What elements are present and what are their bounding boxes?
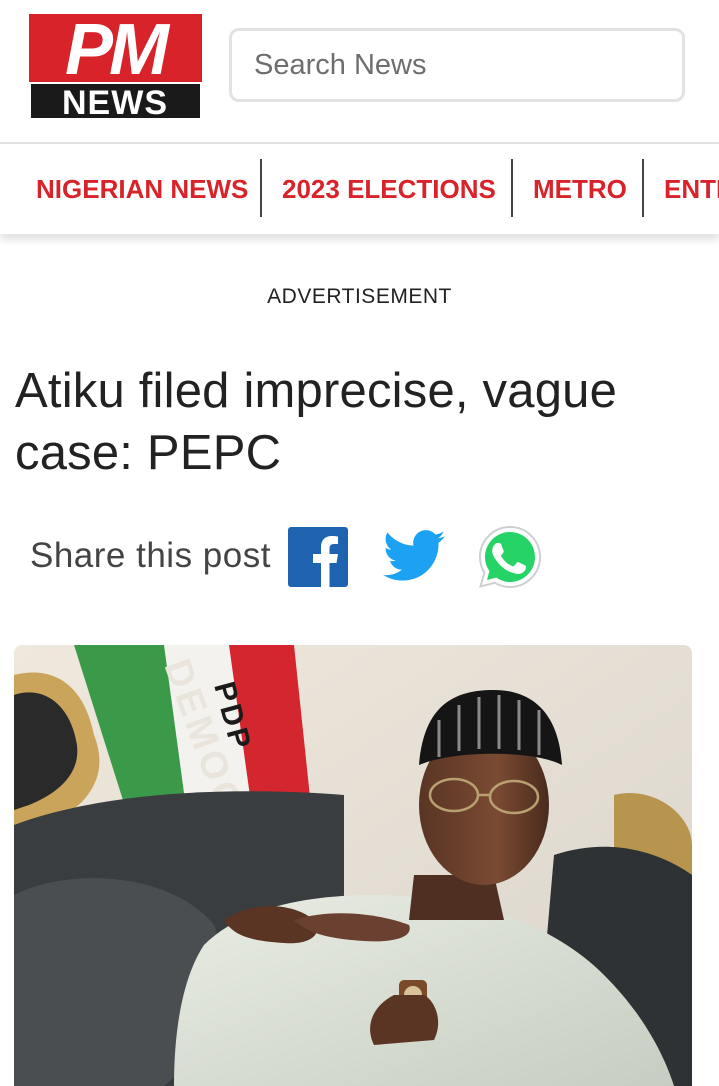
facebook-icon[interactable] bbox=[288, 527, 348, 587]
nav-item-nigerian-news[interactable]: NIGERIAN NEWS bbox=[36, 160, 248, 218]
advertisement-label: ADVERTISEMENT bbox=[267, 285, 452, 308]
search-input[interactable] bbox=[229, 28, 685, 102]
nav-item-entertainment[interactable]: ENTE bbox=[664, 160, 719, 218]
nav-divider bbox=[260, 159, 262, 217]
pm-news-logo[interactable]: PM NEWS bbox=[29, 14, 202, 120]
nav-divider bbox=[511, 159, 513, 217]
twitter-icon[interactable] bbox=[383, 530, 445, 582]
site-header: PM NEWS bbox=[0, 0, 719, 144]
article-photo: DEMOC PDP bbox=[14, 645, 692, 1086]
svg-text:PM: PM bbox=[65, 14, 171, 90]
article-photo-image: DEMOC PDP bbox=[14, 645, 692, 1086]
nav-item-2023-elections[interactable]: 2023 ELECTIONS bbox=[282, 160, 496, 218]
article-title: Atiku filed imprecise, vague case: PEPC bbox=[15, 364, 618, 480]
nav-divider bbox=[642, 159, 644, 217]
whatsapp-icon[interactable] bbox=[476, 523, 544, 591]
svg-text:NEWS: NEWS bbox=[62, 84, 168, 120]
nav-item-metro[interactable]: METRO bbox=[533, 160, 627, 218]
category-nav: NIGERIAN NEWS 2023 ELECTIONS METRO ENTE bbox=[0, 144, 719, 234]
share-label: Share this post bbox=[30, 536, 271, 575]
